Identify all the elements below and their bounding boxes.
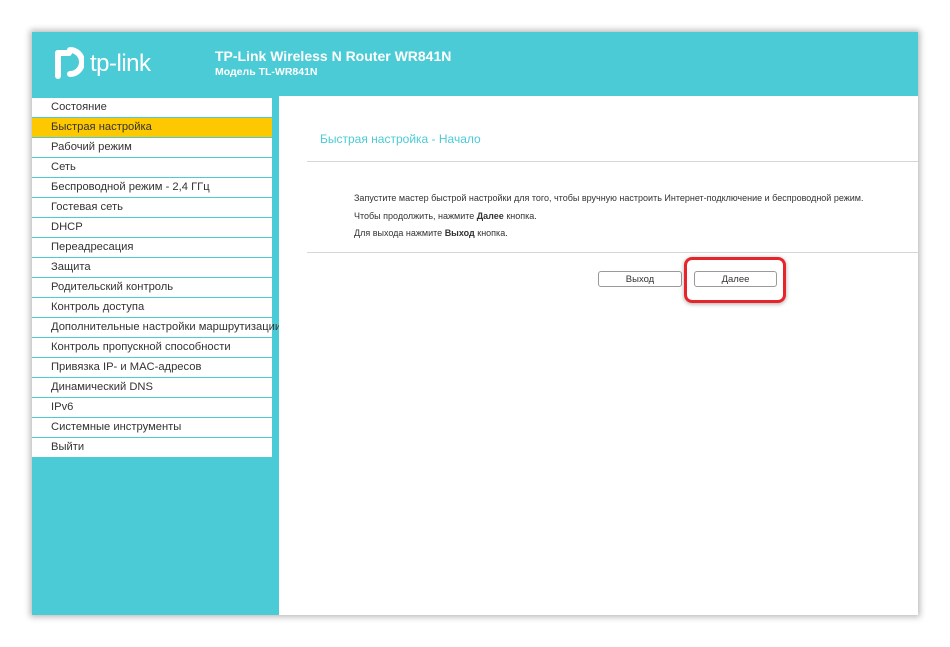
model-label: Модель xyxy=(215,66,256,78)
sidebar-item-logout[interactable]: Выйти xyxy=(32,438,272,458)
sidebar-item-operation-mode[interactable]: Рабочий режим xyxy=(32,138,272,158)
model-value: TL-WR841N xyxy=(258,66,318,78)
page-title: Быстрая настройка - Начало xyxy=(320,132,481,146)
instruction-line-2-text: Чтобы продолжить, нажмите xyxy=(354,210,475,221)
instruction-line-1: Запустите мастер быстрой настройки для т… xyxy=(354,193,864,203)
sidebar-item-guest-network[interactable]: Гостевая сеть xyxy=(32,198,272,218)
sidebar-item-system-tools[interactable]: Системные инструменты xyxy=(32,418,272,438)
header-bar: tp-link TP-Link Wireless N Router WR841N… xyxy=(32,32,918,96)
sidebar-item-parental-control[interactable]: Родительский контроль xyxy=(32,278,272,298)
divider-bottom xyxy=(307,252,918,253)
sidebar: Состояние Быстрая настройка Рабочий режи… xyxy=(32,96,281,615)
sidebar-item-ipv6[interactable]: IPv6 xyxy=(32,398,272,418)
router-admin-window: tp-link TP-Link Wireless N Router WR841N… xyxy=(32,32,918,615)
instruction-line-2-tail: кнопка. xyxy=(506,210,537,221)
sidebar-item-ip-mac-binding[interactable]: Привязка IP- и MAC-адресов xyxy=(32,358,272,378)
sidebar-item-network[interactable]: Сеть xyxy=(32,158,272,178)
sidebar-item-access-control[interactable]: Контроль доступа xyxy=(32,298,272,318)
sidebar-item-advanced-routing[interactable]: Дополнительные настройки маршрутизации xyxy=(32,318,281,338)
instruction-line-3-tail: кнопка. xyxy=(477,228,508,238)
sidebar-menu: Состояние Быстрая настройка Рабочий режи… xyxy=(32,98,281,458)
sidebar-item-bandwidth-control[interactable]: Контроль пропускной способности xyxy=(32,338,272,358)
instruction-line-3: Для выхода нажмите Выход кнопка. xyxy=(354,225,863,243)
divider-top xyxy=(307,161,918,162)
sidebar-item-dhcp[interactable]: DHCP xyxy=(32,218,272,238)
sidebar-item-quick-setup[interactable]: Быстрая настройка xyxy=(32,118,272,138)
instruction-line-3-text: Для выхода нажмите xyxy=(354,228,443,238)
model-line: Модель TL-WR841N xyxy=(215,65,451,80)
sidebar-item-forwarding[interactable]: Переадресация xyxy=(32,238,272,258)
product-title: TP-Link Wireless N Router WR841N xyxy=(215,48,452,64)
instruction-line-2-bold: Далее xyxy=(476,210,504,221)
next-button-highlight xyxy=(684,257,786,303)
instruction-line-3-bold: Выход xyxy=(444,228,475,238)
tp-link-logo-icon xyxy=(55,47,84,79)
sidebar-item-status[interactable]: Состояние xyxy=(32,98,272,118)
sidebar-item-wireless[interactable]: Беспроводной режим - 2,4 ГГц xyxy=(32,178,272,198)
instructions-text: Запустите мастер быстрой настройки для т… xyxy=(354,190,863,243)
sidebar-item-security[interactable]: Защита xyxy=(32,258,272,278)
logo-wordmark: tp-link xyxy=(90,50,151,77)
exit-button[interactable]: Выход xyxy=(598,271,682,287)
sidebar-item-dynamic-dns[interactable]: Динамический DNS xyxy=(32,378,272,398)
tp-link-logo: tp-link xyxy=(50,44,151,84)
instruction-line-2: Чтобы продолжить, нажмите Далее кнопка. xyxy=(354,208,863,226)
main-content: Быстрая настройка - Начало Запустите мас… xyxy=(279,96,918,615)
product-title-block: TP-Link Wireless N Router WR841N Модель … xyxy=(215,47,451,80)
